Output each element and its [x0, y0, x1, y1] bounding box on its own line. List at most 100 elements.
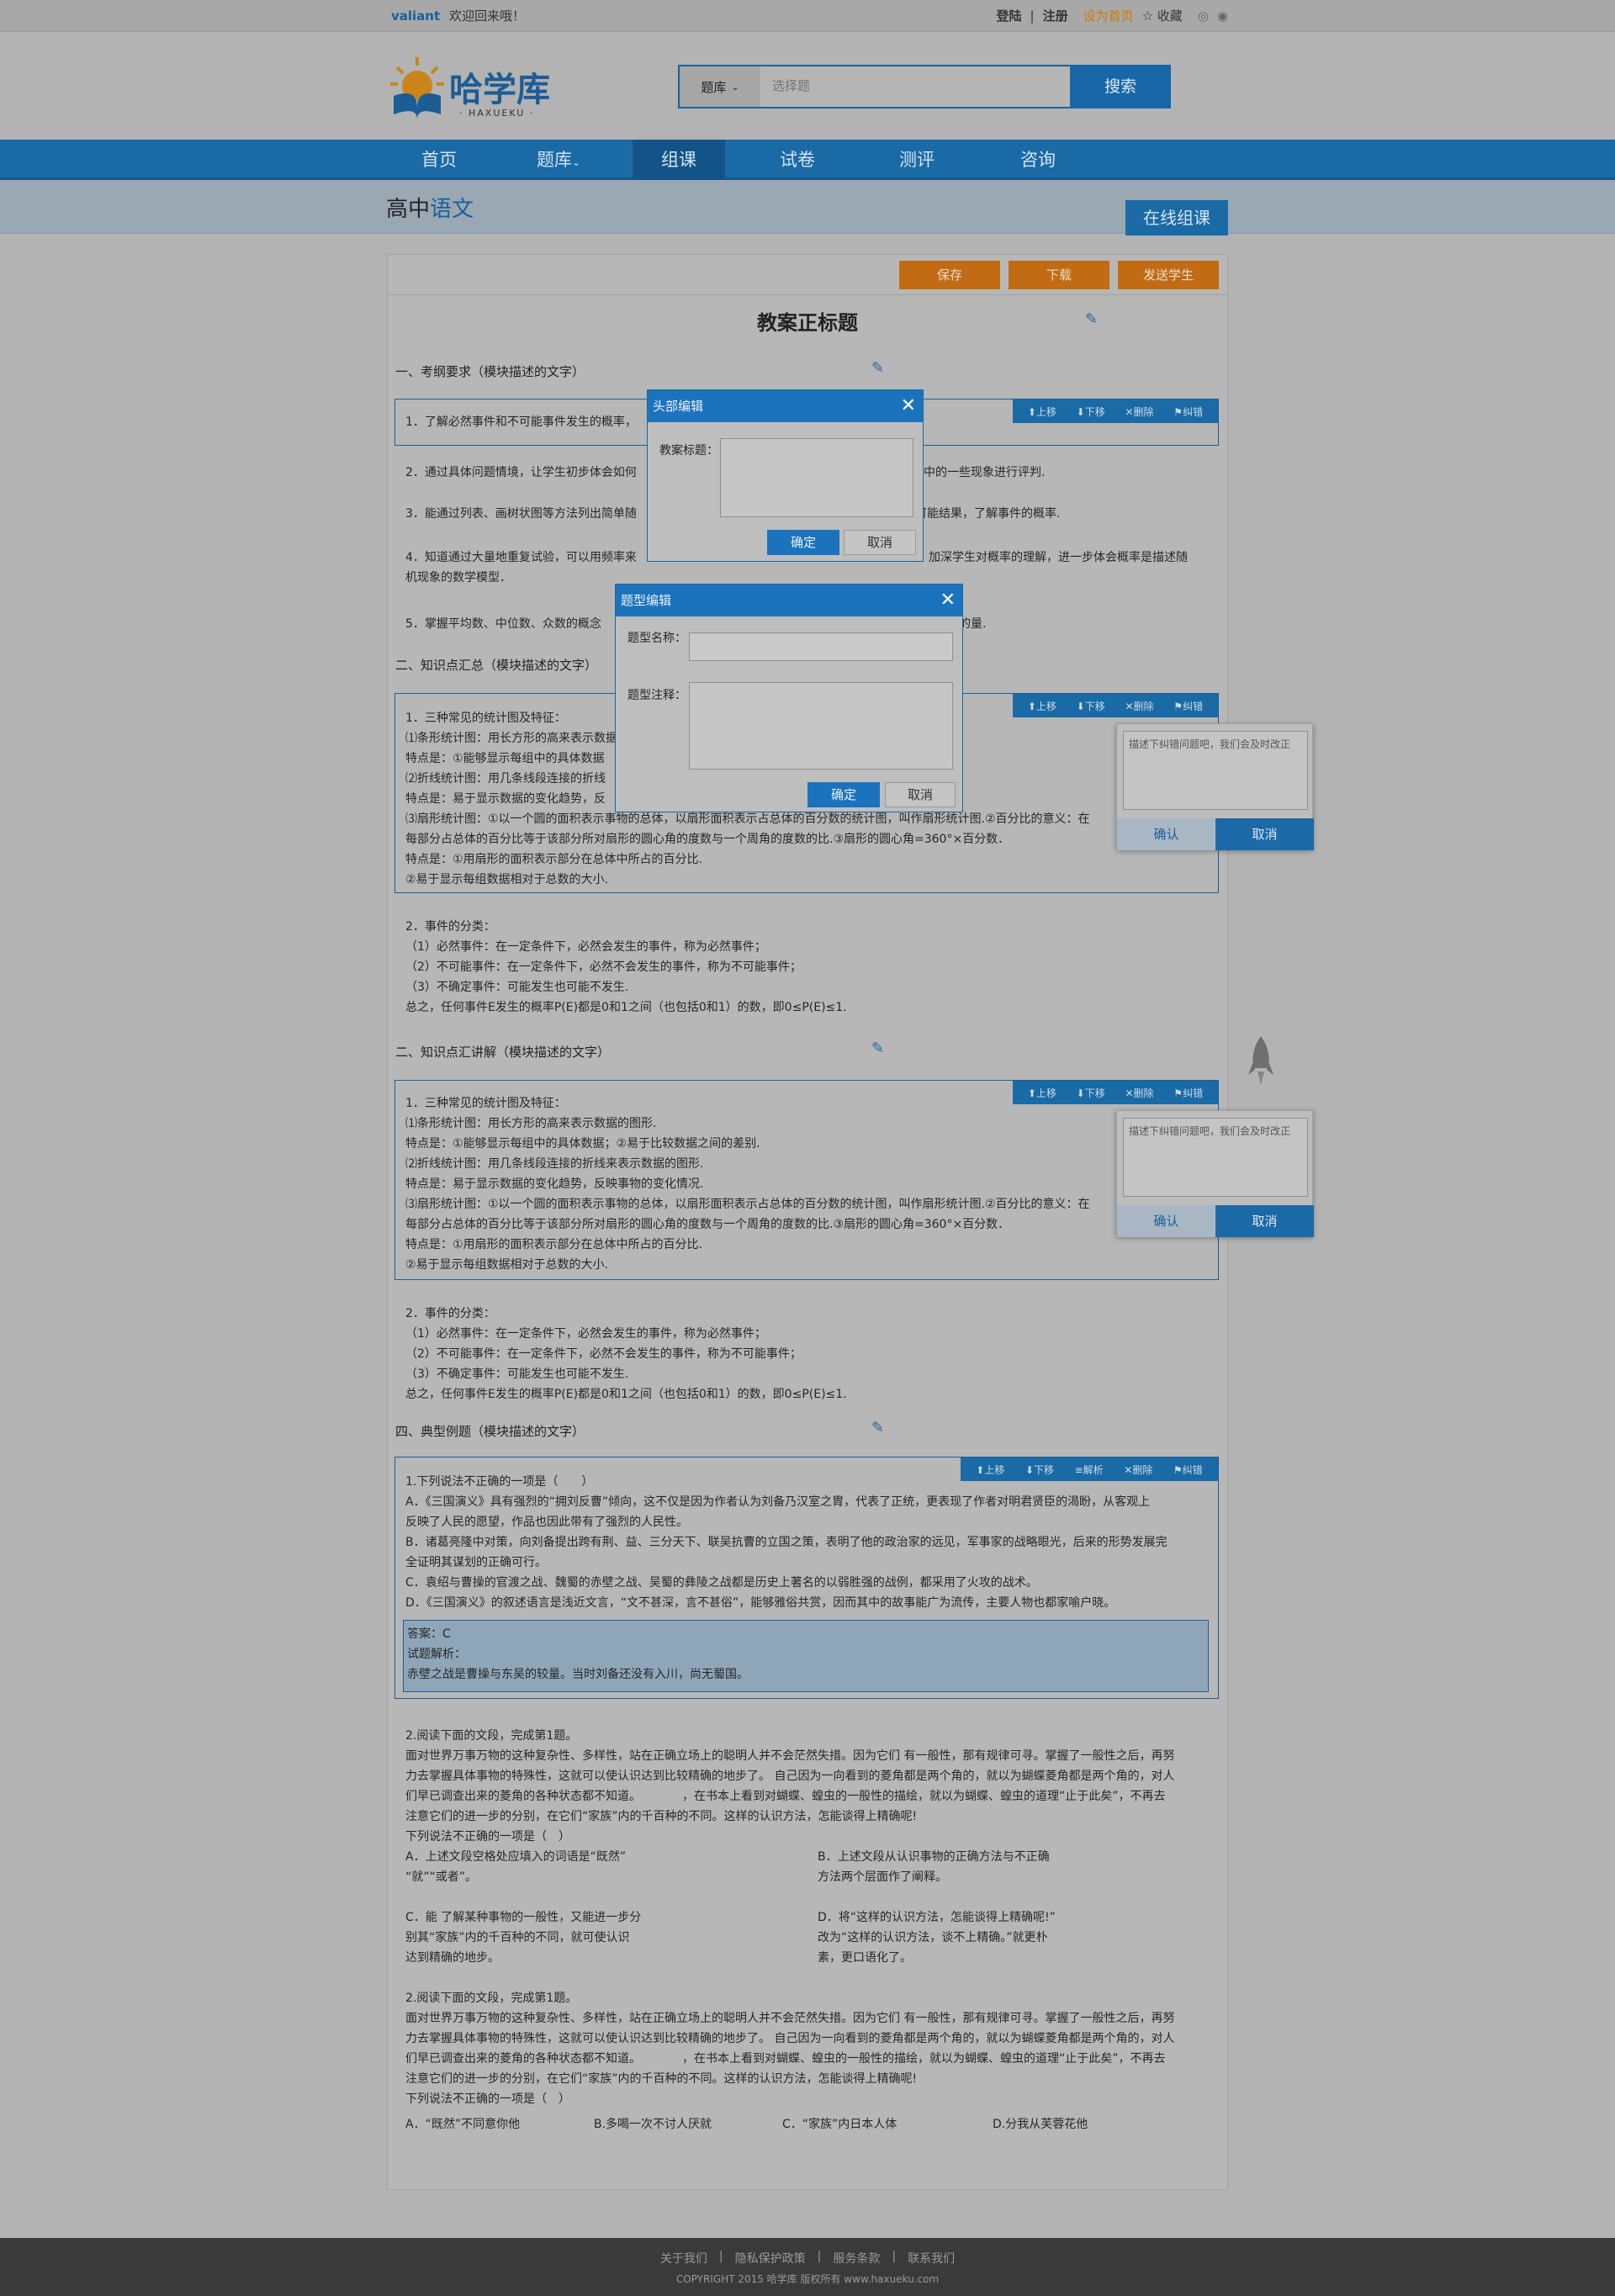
option-a[interactable]: A．“既然”不同意你他	[405, 2114, 520, 2135]
option-d[interactable]: D．将“这样的认识方法，怎能谈得上精确呢!” 改为“这样的认识方法，谈不上精确。…	[818, 1907, 1056, 1968]
modal-header: 题型编辑 ✕	[616, 585, 962, 616]
text-line: D．《三国演义》的叙述语言是浅近文言，“文不甚深，言不甚俗”，能够雅俗共赏，因而…	[405, 1596, 1116, 1610]
text-block: 1．三种常见的统计图及特征： ⑴条形统计图：用长方形的高来表示数据的图形. 特点…	[405, 1093, 1129, 1275]
text-line: 每部分占总体的百分比等于该部分所对扇形的圆心角的度数与一个周角的度数的比.③扇形…	[405, 833, 1010, 846]
footer-link-privacy[interactable]: 隐私保护政策	[735, 2250, 806, 2267]
text-line: 特点是：①用扇形的面积表示部分在总体中所占的百分比.	[405, 1238, 702, 1251]
chevron-down-icon: ⌄	[731, 81, 739, 93]
nav-paper[interactable]: 试卷	[762, 140, 833, 180]
footer-link-about[interactable]: 关于我们	[660, 2250, 707, 2267]
delete-button[interactable]: ✕删除	[1125, 405, 1153, 419]
header-edit-modal: 头部编辑 ✕ 教案标题： 确定 取消	[647, 389, 924, 562]
send-students-button[interactable]: 发送学生	[1118, 261, 1219, 289]
text-line: 总之，任何事件E发生的概率P(E)都是0和1之间（也包括0和1）的数，即0≤P(…	[405, 1001, 847, 1014]
text-block: 2．事件的分类： （1）必然事件：在一定条件下，必然会发生的事件，称为必然事件；…	[405, 1304, 1196, 1405]
text-line: 1．三种常见的统计图及特征：	[405, 1097, 566, 1110]
option-line: 改为“这样的认识方法，谈不上精确。”就更朴	[818, 1931, 1048, 1944]
list-item: 中的一些现象进行评判.	[924, 466, 1046, 479]
report-button[interactable]: ⚑纠错	[1173, 699, 1203, 713]
text-line: 2.阅读下面的文段，完成第1题。	[405, 1992, 578, 2005]
divider: |	[1030, 8, 1035, 24]
crumb-subject[interactable]: 语文	[430, 197, 474, 222]
logo-subtext: · HAXUEKU ·	[459, 108, 535, 119]
top-bar: valiant 欢迎回来哦！ 登陆 | 注册 设为首页 ☆ 收藏 ◎ ◉	[0, 0, 1615, 32]
username[interactable]: valiant	[391, 8, 440, 24]
title-label: 教案标题：	[659, 444, 718, 458]
report-button[interactable]: ⚑纠错	[1173, 405, 1203, 419]
title-textarea[interactable]	[720, 438, 913, 517]
delete-button[interactable]: ✕删除	[1125, 699, 1153, 713]
favorite-link[interactable]: ☆ 收藏	[1142, 0, 1183, 32]
edit-icon[interactable]: ✎	[871, 1420, 888, 1436]
site-logo[interactable]: 哈学库 · HAXUEKU ·	[387, 52, 580, 123]
edit-icon[interactable]: ✎	[871, 1040, 888, 1057]
confirm-button[interactable]: 确认	[1117, 1205, 1215, 1237]
text-line: （2）不可能事件：在一定条件下，必然不会发生的事件，称为不可能事件；	[405, 960, 802, 974]
logo-text: 哈学库	[449, 71, 550, 109]
report-textarea[interactable]: 描述下纠错问题吧，我们会及时改正	[1123, 1118, 1308, 1197]
type-name-input[interactable]	[689, 632, 953, 661]
nav-home[interactable]: 首页	[404, 140, 474, 180]
text-line: 面对世界万事万物的这种复杂性、多样性，站在正确立场上的聪明人并不会茫然失措。因为…	[405, 1749, 1175, 1763]
close-icon[interactable]: ✕	[901, 390, 916, 422]
nav-consult[interactable]: 咨询	[1003, 140, 1073, 180]
set-home-link[interactable]: 设为首页	[1083, 0, 1134, 32]
text-line: 反映了人民的愿望，作品也因此带有了强烈的人民性。	[405, 1516, 688, 1529]
type-note-textarea[interactable]	[689, 682, 953, 770]
option-line: 素，更口语化了。	[818, 1951, 912, 1965]
text-line: B．诸葛亮隆中对策，向刘备提出跨有荆、益、三分天下、联吴抗曹的立国之策，表明了他…	[405, 1536, 1168, 1549]
section-title: 四、典型例题（模块描述的文字）	[395, 1424, 585, 1439]
doc-title: 教案正标题	[757, 311, 858, 335]
option-c[interactable]: C．“家族”内日本人体	[782, 2114, 897, 2135]
search-category-label: 题库	[701, 79, 727, 95]
report-textarea[interactable]: 描述下纠错问题吧，我们会及时改正	[1123, 731, 1308, 810]
cancel-button[interactable]: 取消	[885, 782, 956, 807]
confirm-button[interactable]: 确认	[1117, 818, 1215, 850]
footer-link-contact[interactable]: 联系我们	[908, 2250, 955, 2267]
search-category-select[interactable]: 题库 ⌄	[680, 66, 760, 107]
nav-assess[interactable]: 测评	[882, 140, 952, 180]
move-up-button[interactable]: ⬆上移	[1028, 405, 1056, 419]
register-link[interactable]: 注册	[1043, 0, 1068, 32]
crumb-level: 高中	[386, 197, 431, 222]
back-to-top-rocket-icon[interactable]	[1248, 1034, 1273, 1088]
option-c[interactable]: C．能 了解某种事物的一般性，又能进一步分 别其“家族”内的千百种的不同，就可使…	[405, 1907, 641, 1968]
download-button[interactable]: 下载	[1009, 261, 1109, 289]
edit-icon[interactable]: ✎	[871, 360, 888, 377]
report-popup: 描述下纠错问题吧，我们会及时改正 确认 取消	[1116, 723, 1314, 850]
login-link[interactable]: 登陆	[996, 0, 1021, 32]
confirm-button[interactable]: 确定	[808, 782, 880, 807]
cancel-button[interactable]: 取消	[1215, 818, 1314, 850]
wechat-icon[interactable]: ◉	[1217, 0, 1228, 32]
cancel-button[interactable]: 取消	[1215, 1205, 1314, 1237]
report-button[interactable]: ⚑纠错	[1173, 1086, 1203, 1100]
footer-divider: |	[892, 2250, 897, 2263]
close-icon[interactable]: ✕	[940, 585, 956, 616]
answer-line: 试题解析：	[407, 1648, 466, 1661]
footer-link-terms[interactable]: 服务条款	[833, 2250, 880, 2267]
edit-icon[interactable]: ✎	[1085, 311, 1102, 328]
search-input[interactable]	[760, 66, 1070, 107]
cancel-button[interactable]: 取消	[844, 530, 916, 555]
text-block: 2．事件的分类： （1）必然事件：在一定条件下，必然会发生的事件，称为必然事件；…	[405, 917, 1196, 1018]
type-note-label: 题型注释：	[627, 689, 686, 702]
section-title: 二、知识点汇总（模块描述的文字）	[395, 658, 598, 673]
delete-button[interactable]: ✕删除	[1125, 1086, 1153, 1100]
option-b[interactable]: B.多喝一次不讨人厌就	[594, 2114, 712, 2135]
confirm-button[interactable]: 确定	[767, 530, 839, 555]
save-button[interactable]: 保存	[899, 261, 1000, 289]
move-down-button[interactable]: ⬇下移	[1077, 405, 1105, 419]
nav-lesson[interactable]: 组课	[633, 140, 725, 180]
option-a[interactable]: A．上述文段空格处应填入的词语是“既然” “就”“或者”。	[405, 1847, 626, 1887]
online-lesson-button[interactable]: 在线组课	[1125, 200, 1228, 235]
text-line: ⑶扇形统计图：①以一个圆的面积表示事物的总体，以扇形面积表示占总体的百分数的统计…	[405, 1198, 1090, 1211]
nav-question-bank[interactable]: 题库⌄	[523, 140, 594, 180]
weibo-icon[interactable]: ◎	[1198, 0, 1209, 32]
text-line: 每部分占总体的百分比等于该部分所对扇形的圆心角的度数与一个周角的度数的比.③扇形…	[405, 1218, 1010, 1231]
text-line: 力去掌握具体事物的特殊性，这就可以使认识达到比较精确的地步了。 自己因为一向看到…	[405, 1770, 1175, 1783]
option-line: B．上述文段从认识事物的正确方法与不正确	[818, 1850, 1050, 1864]
search-button[interactable]: 搜索	[1070, 65, 1171, 108]
option-d[interactable]: D.分我从芙蓉花他	[993, 2114, 1088, 2135]
option-b[interactable]: B．上述文段从认识事物的正确方法与不正确 方法两个层面作了阐释。	[818, 1847, 1050, 1887]
list-item: 5．掌握平均数、中位数、众数的概念	[405, 617, 601, 631]
